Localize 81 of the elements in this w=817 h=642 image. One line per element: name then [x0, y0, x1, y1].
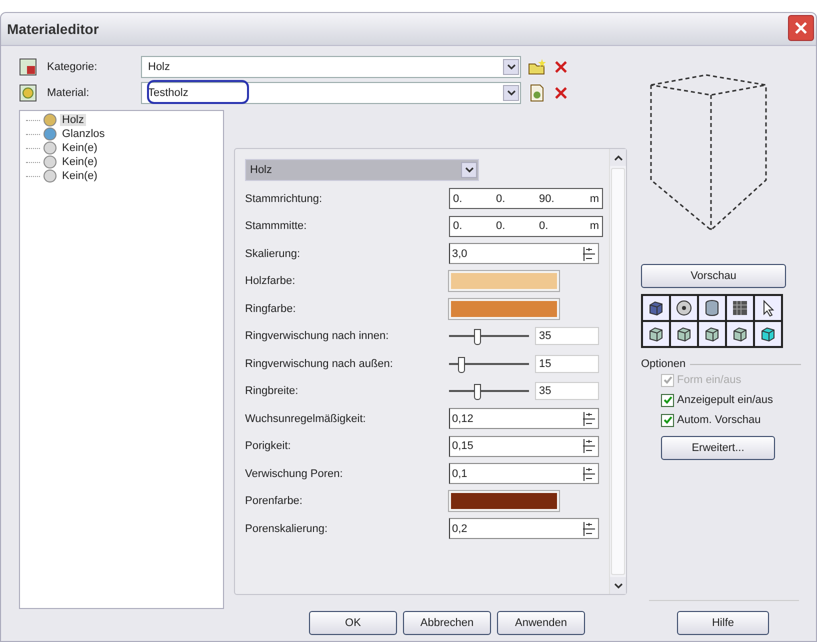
property-label: Porenfarbe:: [245, 495, 304, 508]
spin-field[interactable]: 3,0: [449, 243, 599, 264]
scroll-up-icon[interactable]: [614, 154, 622, 160]
tree-item[interactable]: Kein(e): [60, 142, 100, 154]
delete-icon[interactable]: [553, 59, 569, 75]
tree-item[interactable]: Kein(e): [60, 156, 100, 168]
color-swatch[interactable]: [449, 271, 559, 292]
window-title: Materialeditor: [7, 21, 99, 37]
material-layer-icon: [42, 154, 58, 170]
slider[interactable]: [449, 356, 529, 372]
category-icon: [19, 58, 37, 76]
preview-button[interactable]: Vorschau: [641, 264, 786, 288]
field-label: Material:: [47, 87, 90, 99]
spin-field[interactable]: 0,1: [449, 463, 599, 484]
view-mode-icon[interactable]: [698, 295, 726, 321]
field-label: Kategorie:: [47, 61, 98, 73]
property-label: Ringfarbe:: [245, 302, 297, 315]
dropdown-field[interactable]: Holz: [141, 56, 521, 78]
view-mode-icon[interactable]: [670, 295, 698, 321]
vector-field[interactable]: 0. 0. 90. m: [449, 188, 603, 210]
cube-view-icon[interactable]: [698, 321, 726, 347]
spinner-arrows-icon[interactable]: [582, 410, 596, 427]
tree-item[interactable]: Kein(e): [60, 170, 100, 182]
help-button[interactable]: Hilfe: [677, 611, 769, 635]
cube-view-icon[interactable]: [726, 321, 754, 347]
delete-icon[interactable]: [553, 85, 569, 101]
view-mode-icon[interactable]: [726, 295, 754, 321]
spinner-arrows-icon[interactable]: [582, 520, 596, 537]
slider[interactable]: [449, 383, 529, 400]
dropdown-field[interactable]: Testholz: [141, 82, 521, 104]
spin-field[interactable]: 0,12: [449, 408, 599, 430]
value-field[interactable]: 35: [535, 327, 599, 346]
tree-item[interactable]: Holz: [60, 114, 86, 126]
value-field[interactable]: 35: [535, 382, 599, 400]
spinner-arrows-icon[interactable]: [582, 466, 596, 482]
view-mode-icon[interactable]: [754, 295, 782, 321]
property-label: Ringverwischung nach außen:: [245, 358, 394, 370]
advanced-button[interactable]: Erweitert...: [661, 436, 775, 460]
tree-item[interactable]: Glanzlos: [60, 128, 107, 140]
spin-field[interactable]: 0,2: [449, 518, 599, 540]
material-layer-icon: [42, 168, 58, 184]
view-mode-icon[interactable]: [642, 295, 670, 321]
checkbox-label[interactable]: Anzeigepult ein/aus: [677, 394, 774, 406]
ok-button[interactable]: OK: [309, 611, 397, 635]
apply-button[interactable]: Anwenden: [497, 611, 585, 635]
material-layer-icon: [42, 112, 58, 128]
color-swatch[interactable]: [449, 491, 559, 512]
checkbox-label[interactable]: Autom. Vorschau: [677, 414, 761, 426]
property-label: Verwischung Poren:: [245, 468, 344, 480]
color-swatch[interactable]: [449, 298, 559, 319]
material-layer-icon: [42, 140, 58, 156]
close-icon[interactable]: [794, 21, 808, 35]
checkbox[interactable]: [661, 414, 674, 426]
vector-field[interactable]: 0. 0. 0. m: [449, 216, 603, 237]
scroll-down-icon[interactable]: [614, 582, 622, 588]
spinner-arrows-icon[interactable]: [582, 438, 596, 454]
property-label: Stammmitte:: [245, 220, 308, 232]
property-label: Porigkeit:: [245, 440, 292, 452]
cube-view-icon[interactable]: [754, 321, 782, 347]
new-folder-icon[interactable]: [527, 58, 547, 76]
group-title: Optionen: [641, 358, 686, 370]
property-label: Skalierung:: [245, 248, 302, 260]
material-layer-icon: [42, 126, 58, 142]
cancel-button[interactable]: Abbrechen: [403, 611, 491, 635]
spin-field[interactable]: 0,15: [449, 436, 599, 457]
slider[interactable]: [449, 328, 529, 344]
checkbox[interactable]: [661, 394, 674, 406]
property-label: Stammrichtung:: [245, 192, 324, 205]
property-label: Ringbreite:: [245, 385, 300, 398]
cube-view-icon[interactable]: [642, 321, 670, 347]
property-label: Ringverwischung nach innen:: [245, 330, 390, 342]
cube-view-icon[interactable]: [670, 321, 698, 347]
type-dropdown[interactable]: Holz: [245, 159, 479, 181]
property-label: Wuchsunregelmäßigkeit:: [245, 412, 367, 425]
close-button[interactable]: [788, 15, 814, 41]
property-label: Holzfarbe:: [245, 275, 296, 288]
material-icon: [19, 84, 37, 102]
value-field[interactable]: 15: [535, 354, 599, 373]
spinner-arrows-icon[interactable]: [582, 246, 596, 262]
property-label: Porenskalierung:: [245, 522, 329, 535]
scrollbar[interactable]: [609, 149, 626, 594]
